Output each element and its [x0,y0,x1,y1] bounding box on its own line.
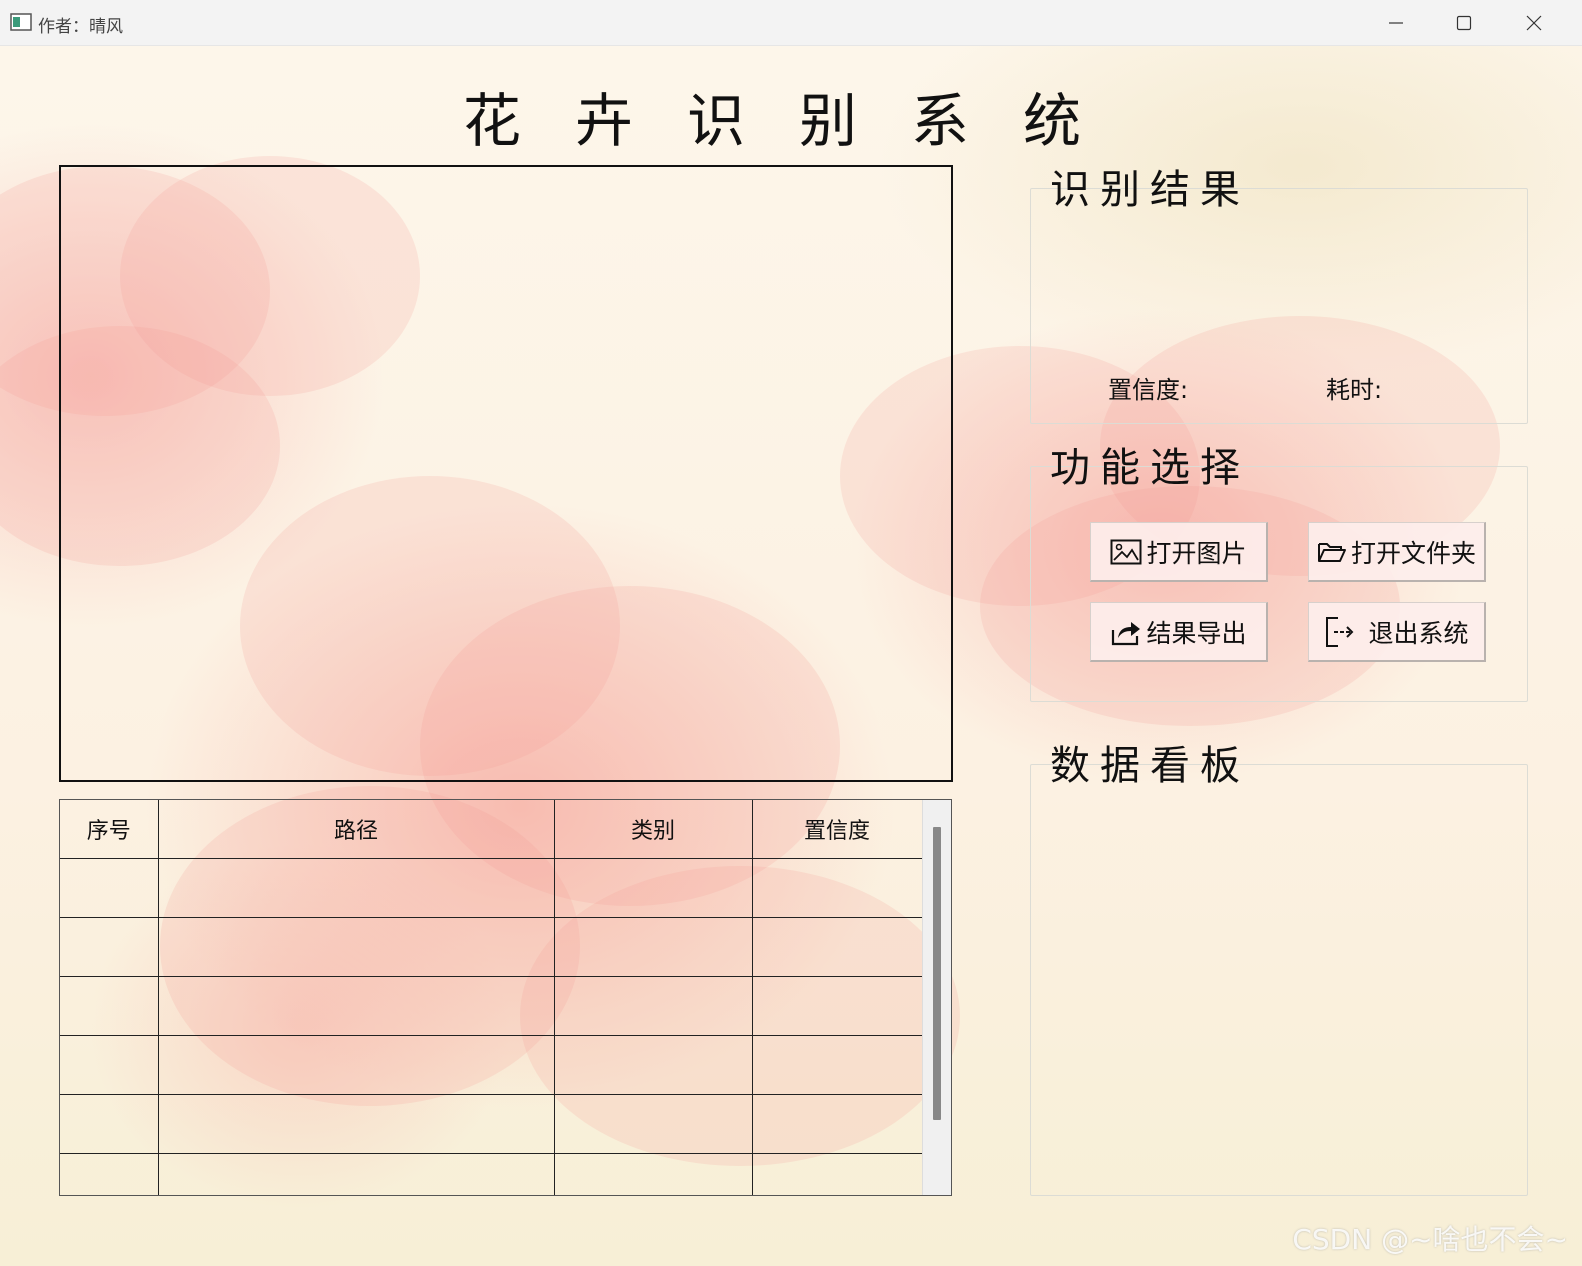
exit-system-label: 退出系统 [1368,618,1469,648]
open-folder-label: 打开文件夹 [1350,538,1476,568]
table-cell[interactable] [60,1035,159,1095]
result-groupbox [1030,188,1528,424]
dashboard-group-title: 数据看板 [1050,743,1250,789]
open-image-label: 打开图片 [1146,538,1247,568]
window-titlebar: 作者：晴风 [0,0,1582,46]
table-header-row: 序号 路径 类别 置信度 [60,800,923,859]
close-button[interactable] [1500,0,1568,45]
table-cell[interactable] [60,1094,159,1154]
table-vertical-scrollbar[interactable] [922,800,951,1195]
app-icon [10,12,32,32]
table-cell[interactable] [751,1094,923,1154]
table-cell[interactable] [553,976,753,1036]
table-cell[interactable] [751,1153,923,1195]
column-header-path[interactable]: 路径 [157,800,555,859]
table-cell[interactable] [751,858,923,918]
table-row[interactable] [60,976,923,1036]
function-groupbox [1030,466,1528,702]
table-row[interactable] [60,1094,923,1154]
confidence-label: 置信度: [1108,376,1189,404]
dashboard-groupbox [1030,764,1528,1196]
maximize-icon [1456,15,1472,30]
app-window: 作者：晴风 花卉识别系统 序号 路径 类别 置信度 识别结果 置信度: 耗时: … [0,0,1582,1266]
table-cell[interactable] [553,1094,753,1154]
table-cell[interactable] [553,917,753,977]
results-table-grid: 序号 路径 类别 置信度 [60,800,923,1195]
table-cell[interactable] [553,1035,753,1095]
minimize-button[interactable] [1362,0,1430,45]
image-icon [1110,539,1142,565]
results-table[interactable]: 序号 路径 类别 置信度 [59,799,952,1196]
export-results-label: 结果导出 [1146,618,1247,648]
result-group-title: 识别结果 [1050,167,1250,213]
open-folder-button[interactable]: 打开文件夹 [1308,522,1486,582]
table-cell[interactable] [60,917,159,977]
exit-icon [1324,616,1356,648]
table-cell[interactable] [751,976,923,1036]
function-group-title: 功能选择 [1050,445,1250,491]
column-header-index[interactable]: 序号 [60,800,159,859]
table-cell[interactable] [751,917,923,977]
window-title: 作者：晴风 [38,17,123,37]
exit-system-button[interactable]: 退出系统 [1308,602,1486,662]
column-header-confidence[interactable]: 置信度 [751,800,923,859]
table-cell[interactable] [157,917,555,977]
watermark: CSDN @~啥也不会~ [1292,1223,1568,1256]
table-row[interactable] [60,1035,923,1095]
folder-open-icon [1317,540,1347,564]
table-cell[interactable] [60,858,159,918]
maximize-button[interactable] [1430,0,1498,45]
table-cell[interactable] [157,1035,555,1095]
table-row[interactable] [60,858,923,918]
table-cell[interactable] [60,1153,159,1195]
table-cell[interactable] [157,976,555,1036]
close-icon [1526,15,1542,30]
open-image-button[interactable]: 打开图片 [1090,522,1268,582]
table-cell[interactable] [553,858,753,918]
time-label: 耗时: [1326,376,1383,404]
page-title: 花卉识别系统 [462,87,1135,155]
table-row[interactable] [60,1153,923,1195]
export-icon [1110,618,1142,646]
scrollbar-thumb[interactable] [933,827,941,1120]
image-display-area [59,165,953,782]
column-header-category[interactable]: 类别 [553,800,753,859]
table-cell[interactable] [553,1153,753,1195]
minimize-icon [1389,21,1403,24]
table-cell[interactable] [157,1094,555,1154]
table-cell[interactable] [157,1153,555,1195]
table-cell[interactable] [751,1035,923,1095]
table-cell[interactable] [157,858,555,918]
table-cell[interactable] [60,976,159,1036]
table-row[interactable] [60,917,923,977]
export-results-button[interactable]: 结果导出 [1090,602,1268,662]
